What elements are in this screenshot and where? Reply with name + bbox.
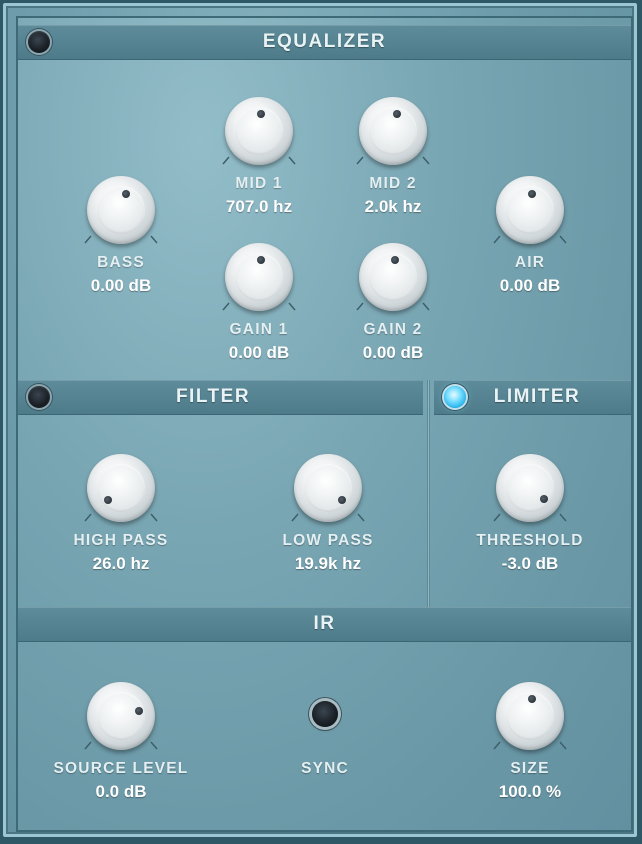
equalizer-header: EQUALIZER [18,25,631,60]
high-pass-label: HIGH PASS [73,532,169,549]
threshold-label: THRESHOLD [476,532,584,549]
gain2-knob[interactable] [353,237,433,317]
plugin-inner-frame: EQUALIZER FILTER LIMITER IR BASS 0.00 dB [16,16,633,832]
sync-button[interactable] [312,701,338,727]
limiter-header: LIMITER [434,380,631,415]
gain2-label: GAIN 2 [363,321,423,338]
high-pass-knob[interactable] [81,448,161,528]
gain2-value: 0.00 dB [362,343,424,362]
low-pass-knob[interactable] [288,448,368,528]
bass-label: BASS [97,254,145,271]
filter-title: FILTER [175,386,251,407]
ir-title: IR [313,613,336,634]
size-label: SIZE [510,760,550,777]
plugin-panel: EQUALIZER FILTER LIMITER IR BASS 0.00 dB [3,3,637,837]
size-value: 100.0 % [498,782,562,801]
air-knob[interactable] [490,170,570,250]
high-pass-value: 26.0 hz [92,554,150,573]
mid2-label: MID 2 [369,175,417,192]
threshold-value: -3.0 dB [501,554,559,573]
bass-knob[interactable] [81,170,161,250]
low-pass-value: 19.9k hz [294,554,362,573]
threshold-knob[interactable] [490,448,570,528]
gain1-knob[interactable] [219,237,299,317]
mid2-value: 2.0k hz [364,197,422,216]
mid1-knob[interactable] [219,91,299,171]
source-level-knob[interactable] [81,676,161,756]
equalizer-title: EQUALIZER [262,31,387,52]
filter-header: FILTER [18,380,423,415]
limiter-enable-led[interactable] [444,386,466,408]
air-value: 0.00 dB [499,276,561,295]
low-pass-label: LOW PASS [282,532,374,549]
source-level-value: 0.0 dB [95,782,147,801]
sync-label: SYNC [301,760,349,777]
size-knob[interactable] [490,676,570,756]
ir-header: IR [18,607,631,642]
air-label: AIR [514,254,546,271]
limiter-title: LIMITER [493,386,581,407]
source-level-label: SOURCE LEVEL [53,760,189,777]
mid2-knob[interactable] [353,91,433,171]
bass-value: 0.00 dB [90,276,152,295]
section-divider [427,380,430,607]
